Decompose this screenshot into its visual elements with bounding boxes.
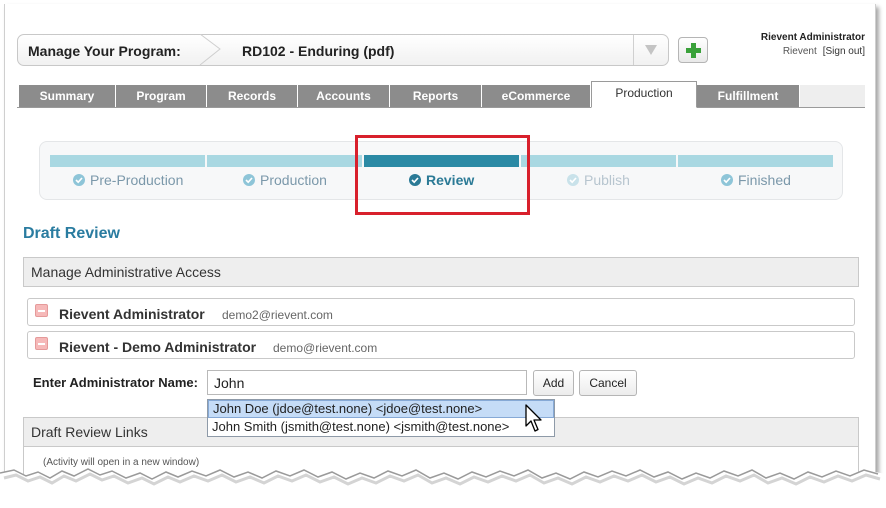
torn-edge-decoration xyxy=(0,468,886,508)
